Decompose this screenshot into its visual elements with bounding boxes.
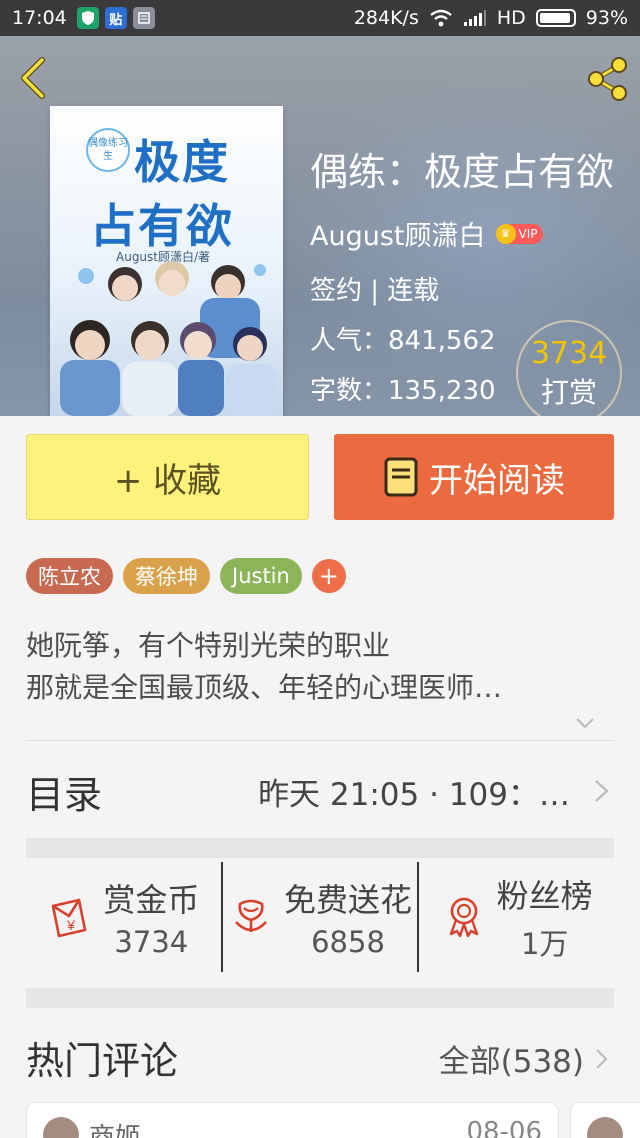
popularity-value: 841,562 [388, 326, 496, 356]
tag-cai-xukun[interactable]: 蔡徐坤 [123, 558, 210, 594]
reward-coins-value: 3734 [114, 925, 189, 959]
red-envelope-icon: ¥ [52, 898, 87, 938]
reward-coins-label: 赏金币 [103, 881, 200, 919]
tag-justin[interactable]: Justin [220, 558, 302, 594]
free-flowers-value: 6858 [311, 925, 385, 959]
book-status: 签约 | 连载 [310, 276, 440, 306]
latest-chapter: 昨天 21:05 · 109：… [258, 776, 570, 813]
description-line-1: 她阮筝，有个特别光荣的职业 [26, 629, 391, 662]
cover-title-line1: 极度 [134, 135, 230, 189]
all-comments-label: 全部(538) [438, 1044, 584, 1080]
reward-coins-item[interactable]: ¥ 赏金币 3734 [26, 862, 221, 972]
back-arrow-icon[interactable] [14, 56, 54, 100]
collect-button[interactable]: + 收藏 [26, 434, 309, 520]
battery-percent: 93% [585, 7, 628, 29]
fan-rank-label: 粉丝榜 [496, 877, 593, 915]
free-flowers-label: 免费送花 [284, 881, 413, 919]
medal-icon [449, 897, 478, 938]
book-description: 她阮筝，有个特别光荣的职业 那就是全国最顶级、年轻的心理医师… [26, 625, 606, 709]
hot-comments-title: 热门评论 [26, 1039, 179, 1083]
all-comments-link[interactable]: 全部(538) [439, 1036, 610, 1081]
word-count-line: 字数：135,230 [310, 370, 496, 407]
status-bar: 17:04 贴 284K/s HD 93% [0, 0, 640, 36]
tieba-app-icon: 贴 [104, 7, 127, 29]
free-flowers-item[interactable]: 免费送花 6858 [220, 862, 418, 972]
battery-icon [535, 9, 576, 27]
signal-icon [463, 10, 486, 26]
start-reading-button[interactable]: 开始阅读 [334, 434, 614, 520]
author-line: August顾潇白 ♛ VIP [310, 214, 544, 253]
word-count-value: 135,230 [388, 376, 496, 406]
avatar[interactable] [587, 1117, 623, 1138]
reward-stats: ¥ 赏金币 3734 免费送花 6858 粉丝榜 1万 [26, 862, 614, 972]
chevron-down-icon[interactable] [574, 712, 596, 734]
section-separator [26, 838, 614, 858]
avatar[interactable] [43, 1117, 79, 1138]
comment-date: 08-06 [466, 1117, 542, 1138]
wifi-icon [430, 9, 452, 27]
fan-rank-value: 1万 [520, 927, 569, 961]
tip-button[interactable]: 3734 打赏 [516, 320, 622, 416]
start-reading-label: 开始阅读 [429, 460, 565, 501]
network-type: HD [496, 7, 526, 29]
popularity-label: 人气： [310, 326, 389, 356]
cover-illustration [60, 261, 276, 416]
tip-label: 打赏 [540, 375, 597, 409]
description-line-2: 那就是全国最顶级、年轻的心理医师… [26, 671, 503, 704]
tag-list: 陈立农 蔡徐坤 Justin + [26, 558, 346, 594]
tip-count: 3734 [530, 335, 608, 371]
cover-badge: 偶像练习生 [86, 128, 130, 172]
share-icon[interactable] [582, 54, 632, 104]
crown-icon: ♛ [495, 223, 516, 244]
word-count-label: 字数： [310, 376, 389, 406]
divider [26, 740, 614, 741]
network-speed: 284K/s [353, 7, 419, 29]
vip-badge: ♛ VIP [495, 223, 544, 244]
notes-app-icon [132, 7, 155, 29]
vip-label: VIP [518, 226, 538, 241]
popularity-line: 人气：841,562 [310, 320, 496, 357]
cover-title-line2: 占有欲 [90, 199, 234, 253]
comment-card[interactable] [570, 1102, 640, 1138]
fan-rank-item[interactable]: 粉丝榜 1万 [417, 862, 614, 972]
table-of-contents-row[interactable]: 目录 昨天 21:05 · 109：… [26, 745, 614, 837]
comment-author: 商姬 [89, 1123, 142, 1138]
status-time: 17:04 [12, 7, 67, 29]
chevron-right-icon [596, 1048, 608, 1069]
book-header: 偶像练习生 极度 占有欲 August顾潇白/著 偶练：极度占有欲 August… [0, 36, 640, 416]
shield-app-icon [76, 7, 99, 29]
comment-card[interactable]: 商姬 08-06 [26, 1102, 559, 1138]
svg-text:¥: ¥ [66, 917, 75, 933]
book-title: 偶练：极度占有欲 [310, 150, 615, 194]
chevron-right-icon [595, 780, 609, 802]
book-icon [384, 457, 418, 497]
tag-chen-linong[interactable]: 陈立农 [26, 558, 113, 594]
toc-label: 目录 [26, 772, 103, 817]
book-cover[interactable]: 偶像练习生 极度 占有欲 August顾潇白/著 [50, 106, 283, 416]
flower-icon [235, 899, 267, 932]
section-separator [26, 988, 614, 1008]
add-tag-button[interactable]: + [311, 559, 346, 593]
author-name[interactable]: August顾潇白 [310, 214, 486, 253]
